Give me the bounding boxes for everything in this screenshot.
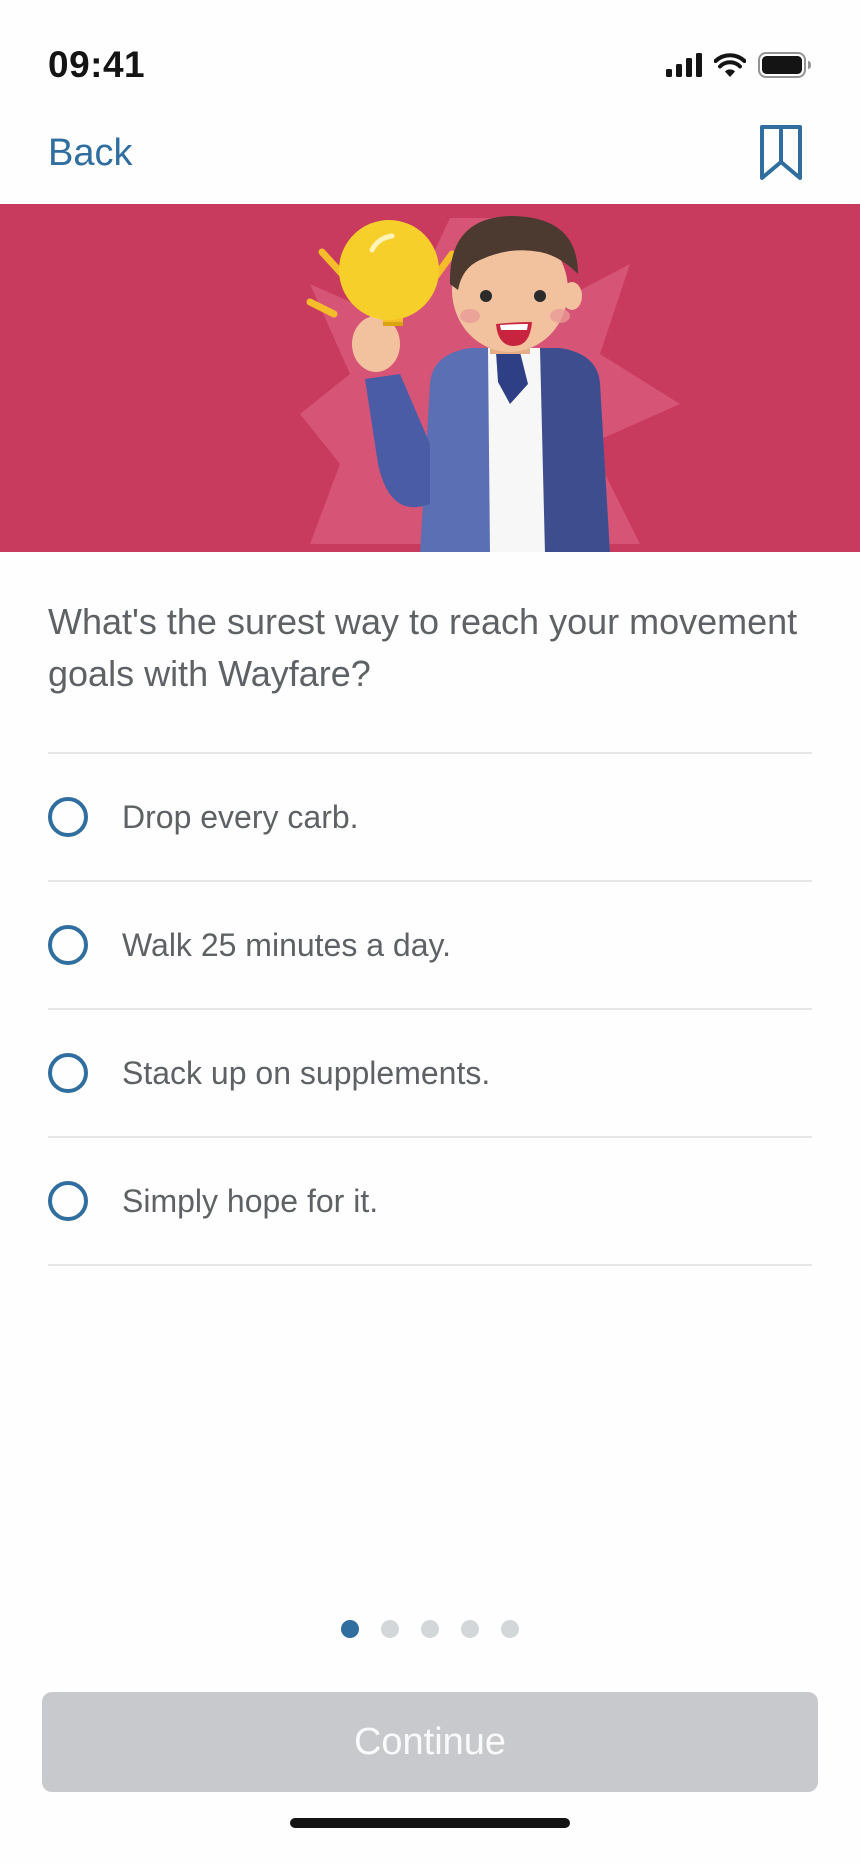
status-time: 09:41 (48, 44, 146, 85)
home-indicator (290, 1818, 570, 1828)
radio-button-icon[interactable] (48, 1053, 88, 1093)
page-dot (381, 1620, 399, 1638)
page-dot (421, 1620, 439, 1638)
hero-banner (0, 204, 860, 552)
nav-bar: Back (0, 110, 860, 204)
answer-option[interactable]: Walk 25 minutes a day. (48, 882, 812, 1010)
answer-option[interactable]: Simply hope for it. (48, 1138, 812, 1266)
radio-button-icon[interactable] (48, 925, 88, 965)
page-dot (461, 1620, 479, 1638)
radio-button-icon[interactable] (48, 797, 88, 837)
battery-icon (758, 52, 811, 78)
page-indicator (0, 1620, 860, 1638)
continue-button[interactable]: Continue (42, 1692, 818, 1792)
answer-label: Stack up on supplements. (122, 1054, 491, 1091)
person-with-lightbulb-illustration (300, 216, 680, 552)
answer-label: Simply hope for it. (122, 1182, 379, 1219)
page-dot (501, 1620, 519, 1638)
answer-label: Walk 25 minutes a day. (122, 926, 452, 963)
question-text: What's the surest way to reach your move… (48, 601, 798, 694)
status-bar: 09:41 (0, 0, 860, 110)
radio-button-icon[interactable] (48, 1181, 88, 1221)
cellular-signal-icon (666, 53, 702, 77)
back-button[interactable]: Back (48, 132, 132, 175)
answer-option[interactable]: Stack up on supplements. (48, 1010, 812, 1138)
answer-label: Drop every carb. (122, 798, 359, 835)
status-icons (666, 50, 812, 80)
answer-options: Drop every carb. Walk 25 minutes a day. … (48, 752, 812, 1266)
wifi-icon (714, 53, 746, 77)
answer-option[interactable]: Drop every carb. (48, 754, 812, 882)
bookmark-icon[interactable] (758, 124, 804, 182)
page-dot (341, 1620, 359, 1638)
